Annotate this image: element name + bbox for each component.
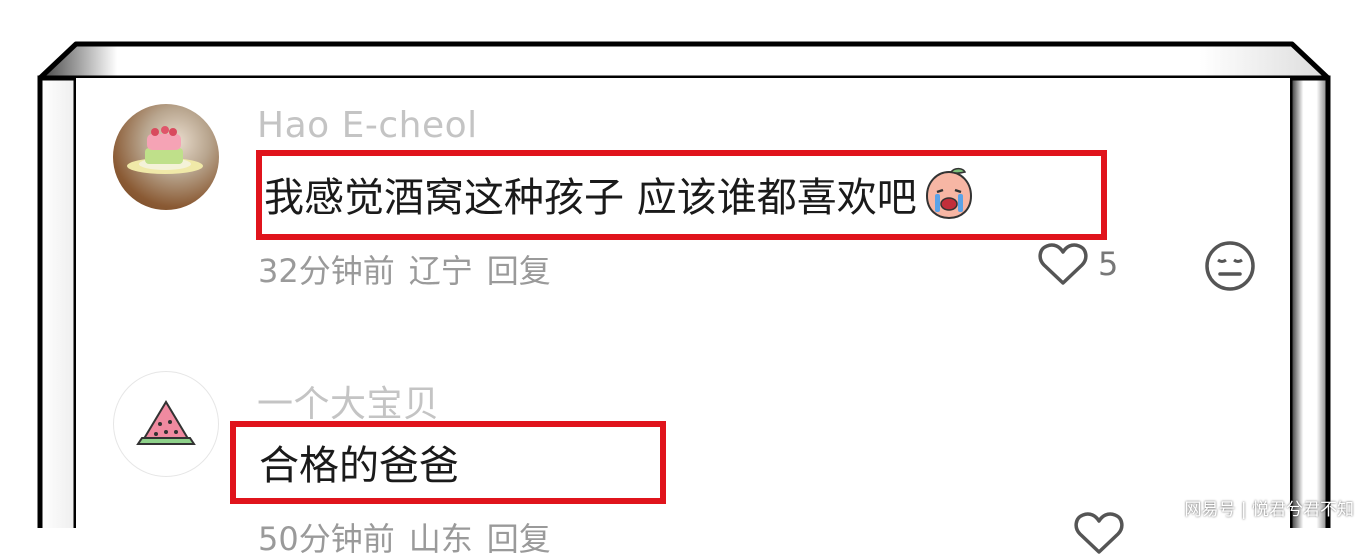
comment-time: 32分钟前 [258,252,395,290]
user-avatar[interactable] [113,104,219,210]
comment-username[interactable]: 一个大宝贝 [257,375,440,427]
reply-button[interactable]: 回复 [487,246,551,292]
comment-location: 辽宁 [408,252,473,290]
comment-text-content: 合格的爸爸 [259,443,459,489]
heart-icon [1038,243,1088,285]
heart-icon [1074,512,1124,554]
watermark: 网易号 | 悦君兮君不知 [1184,500,1354,520]
comment-list: Hao E-cheol 我感觉酒窝这种孩子 应该谁都喜欢吧 32分钟前 辽宁 回… [76,78,1290,558]
reply-button[interactable]: 回复 [487,514,551,560]
like-count: 5 [1098,245,1119,283]
comment-location: 山东 [408,520,473,558]
crying-peach-emoji-icon [925,167,972,220]
comment-meta: 32分钟前 辽宁 回复 [258,246,551,292]
cake-icon [127,126,203,174]
comment-username[interactable]: Hao E-cheol [257,105,478,146]
like-button[interactable] [1074,510,1124,556]
user-avatar[interactable] [113,371,219,477]
like-button[interactable]: 5 [1038,241,1118,287]
comment-meta: 50分钟前 山东 回复 [258,514,551,560]
dislike-face-icon[interactable] [1204,240,1256,292]
comment-text: 我感觉酒窝这种孩子 应该谁都喜欢吧 [264,164,977,224]
watermelon-icon [136,400,196,445]
comment-text: 合格的爸爸 [259,432,459,492]
comment-text-content: 我感觉酒窝这种孩子 应该谁都喜欢吧 [264,175,917,221]
comment-time: 50分钟前 [258,520,395,558]
